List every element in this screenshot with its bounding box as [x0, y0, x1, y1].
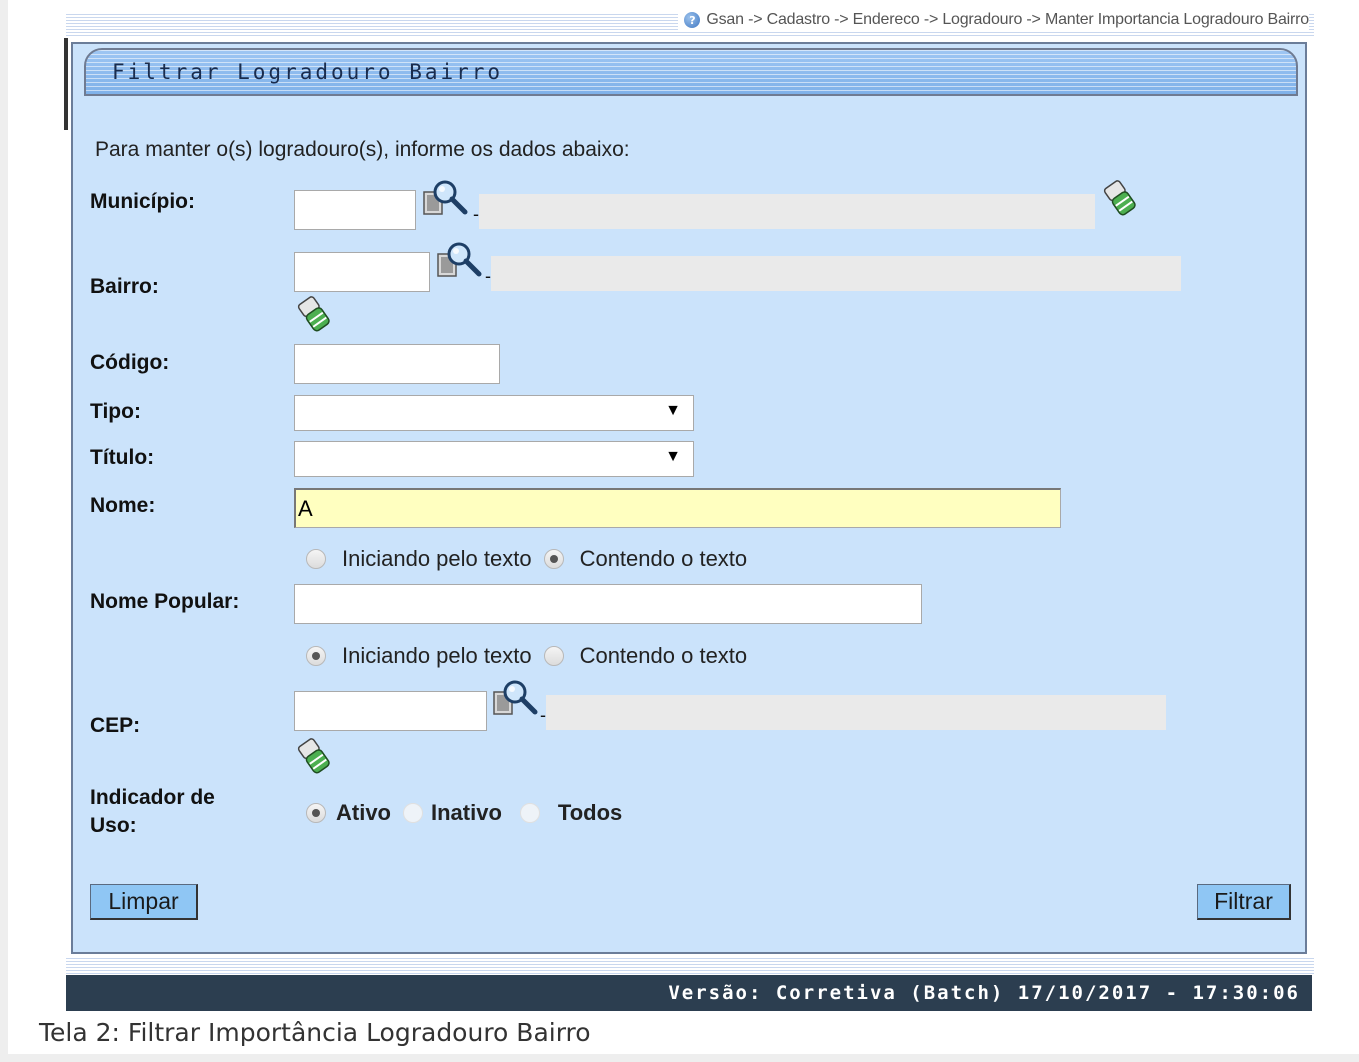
- version-bar: Versão: Corretiva (Batch) 17/10/2017 - 1…: [66, 975, 1312, 1011]
- municipio-label: Município:: [90, 190, 195, 213]
- nome-popular-label: Nome Popular:: [90, 590, 240, 613]
- nome-label: Nome:: [90, 494, 156, 517]
- municipio-input[interactable]: [294, 190, 416, 230]
- cep-search-icon[interactable]: [491, 678, 541, 722]
- help-icon[interactable]: ?: [684, 12, 701, 28]
- indicador-inativo-label: Inativo: [431, 800, 502, 825]
- titulo-label: Título:: [90, 446, 155, 469]
- municipio-search-icon[interactable]: [421, 178, 471, 222]
- left-divider: [64, 38, 68, 130]
- tipo-dropdown-arrow-icon: ▼: [665, 402, 681, 419]
- footer-decoration: [66, 956, 1314, 974]
- indicador-ativo-label: Ativo: [336, 800, 391, 825]
- filtrar-button[interactable]: Filtrar: [1197, 884, 1291, 920]
- cep-description: [546, 695, 1166, 730]
- bairro-input[interactable]: [294, 252, 430, 292]
- indicador-uso-label: Indicador de Uso:: [90, 784, 215, 840]
- filter-panel: Filtrar Logradouro Bairro Para manter o(…: [71, 42, 1307, 954]
- indicador-ativo-radio[interactable]: [306, 803, 326, 823]
- codigo-input[interactable]: [294, 344, 500, 384]
- breadcrumb-text: Gsan -> Cadastro -> Endereco -> Logradou…: [706, 11, 1309, 28]
- figure-caption: Tela 2: Filtrar Importância Logradouro B…: [39, 1018, 591, 1047]
- cep-clear-icon[interactable]: [294, 736, 334, 776]
- bairro-search-icon[interactable]: [435, 240, 485, 284]
- codigo-label: Código:: [90, 351, 170, 374]
- limpar-button[interactable]: Limpar: [90, 884, 198, 920]
- indicador-uso-options: Ativo Inativo Todos: [306, 800, 634, 826]
- version-text: Versão: Corretiva (Batch) 17/10/2017 - 1…: [668, 982, 1300, 1004]
- tipo-label: Tipo:: [90, 400, 141, 423]
- titulo-dropdown-arrow-icon: ▼: [665, 448, 681, 465]
- nome-popular-contains-radio[interactable]: [543, 646, 564, 666]
- nome-match-options: Iniciando pelo texto Contendo o texto: [306, 546, 759, 572]
- indicador-uso-label-line2: Uso:: [90, 814, 137, 837]
- municipio-clear-icon[interactable]: [1100, 178, 1140, 218]
- nome-starts-radio[interactable]: [306, 549, 326, 569]
- indicador-inativo-radio[interactable]: [403, 803, 423, 823]
- bairro-clear-icon[interactable]: [294, 294, 334, 334]
- nome-popular-input[interactable]: [294, 584, 922, 624]
- panel-title-bar: Filtrar Logradouro Bairro: [84, 48, 1298, 96]
- bairro-label: Bairro:: [90, 275, 159, 298]
- indicador-todos-radio[interactable]: [519, 803, 540, 823]
- tipo-select[interactable]: ▼: [294, 395, 694, 431]
- nome-input[interactable]: [294, 488, 1061, 528]
- nome-contains-label: Contendo o texto: [579, 546, 748, 571]
- titulo-select[interactable]: ▼: [294, 441, 694, 477]
- bairro-description: [491, 256, 1181, 291]
- indicador-uso-label-line1: Indicador de: [90, 786, 215, 809]
- nome-popular-starts-radio[interactable]: [306, 646, 326, 666]
- nome-popular-match-options: Iniciando pelo texto Contendo o texto: [306, 643, 759, 669]
- instruction-text: Para manter o(s) logradouro(s), informe …: [95, 138, 630, 161]
- indicador-todos-label: Todos: [557, 800, 623, 825]
- municipio-description: [479, 194, 1095, 229]
- breadcrumb: ? Gsan -> Cadastro -> Endereco -> Lograd…: [678, 10, 1309, 30]
- panel-title: Filtrar Logradouro Bairro: [112, 60, 504, 84]
- nome-popular-contains-label: Contendo o texto: [579, 643, 748, 668]
- cep-input[interactable]: [294, 691, 487, 731]
- cep-label: CEP:: [90, 714, 141, 737]
- nome-contains-radio[interactable]: [543, 549, 564, 569]
- nome-popular-starts-label: Iniciando pelo texto: [342, 643, 532, 668]
- nome-starts-label: Iniciando pelo texto: [342, 546, 532, 571]
